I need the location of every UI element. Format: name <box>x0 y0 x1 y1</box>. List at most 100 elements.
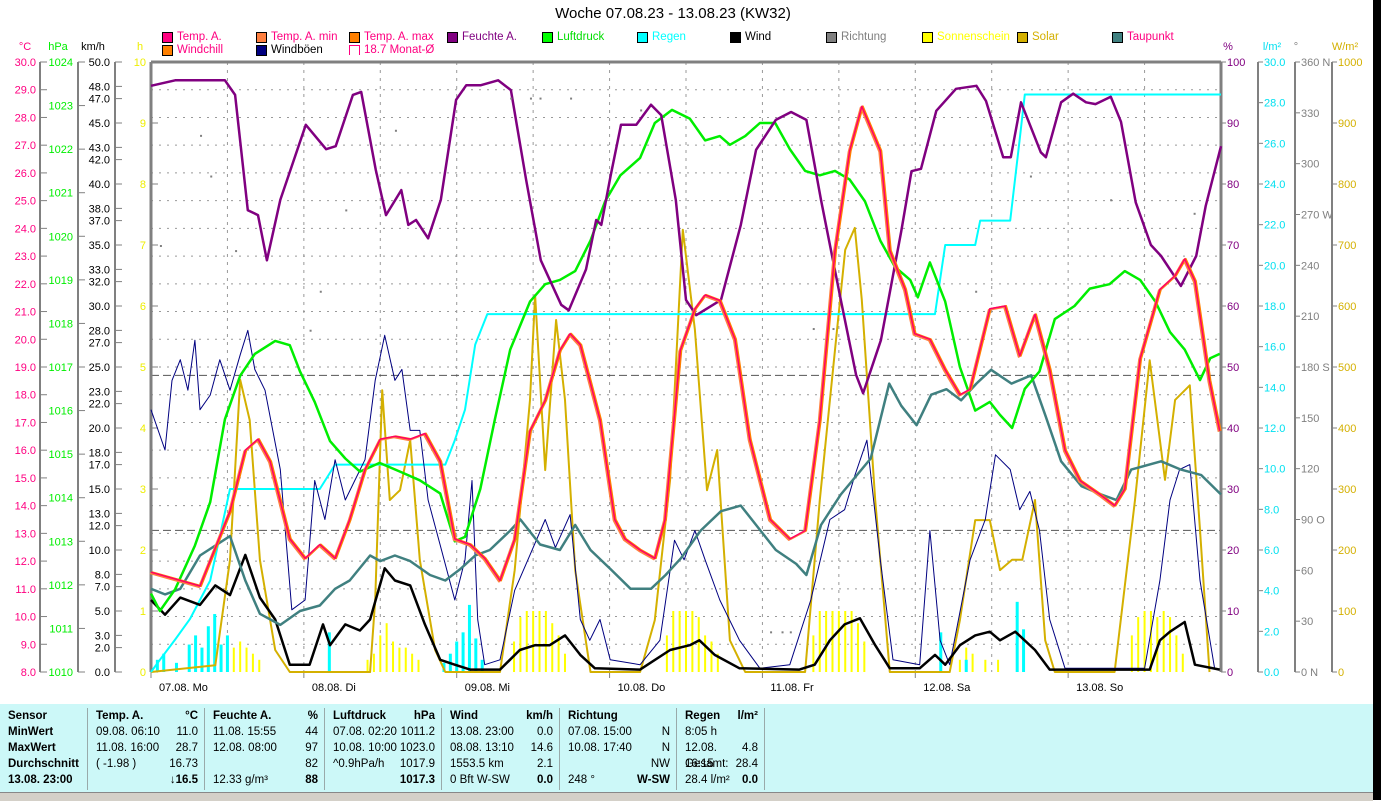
axis-tick-label: 8.0 <box>95 569 110 581</box>
rain-bar <box>219 644 223 672</box>
axis-tick-label: 42.0 <box>89 155 110 167</box>
axis-tick-label: 1015 <box>49 449 73 461</box>
rain-bar <box>225 635 229 672</box>
sunshine-bar <box>863 641 866 672</box>
axis-tick-label: 20.0 <box>15 334 36 346</box>
rain-bar <box>174 662 178 672</box>
table-row: 09.08. 06:10 11.0 <box>88 724 204 740</box>
window-edge <box>1373 0 1381 800</box>
axis-tick-label: 60 <box>1301 565 1313 577</box>
table-cell: Durchschnitt <box>8 758 79 770</box>
rain-bar <box>1015 601 1019 672</box>
sunshine-bar <box>1130 635 1133 672</box>
direction-point <box>309 329 312 332</box>
axis-tick-label: 40 <box>1227 423 1239 435</box>
axis-tick-label: 18.0 <box>1264 301 1285 313</box>
axis-tick-label: 50 <box>1227 362 1239 374</box>
sunshine-bar <box>538 611 541 672</box>
table-cell: 1553.5 km <box>450 758 504 770</box>
table-cell: 13.08. 23:00 <box>450 726 514 738</box>
axis-tick-label: 17.0 <box>15 417 36 429</box>
table-cell: 07.08. 02:20 <box>333 726 397 738</box>
table-row: 07.08. 02:20 1011.2 <box>325 724 441 740</box>
sunshine-bar <box>971 653 974 672</box>
sunshine-bar <box>1181 653 1184 672</box>
axis-tick-label: 700 <box>1338 240 1356 252</box>
sunshine-bar <box>563 653 566 672</box>
axis-tick-label: 1016 <box>49 406 73 418</box>
table-cell: 09.08. 06:10 <box>96 726 160 738</box>
axis-tick-label: 48.0 <box>89 81 110 93</box>
table-row: ( -1.98 ) 16.73 <box>88 756 204 772</box>
sunshine-bar <box>398 647 401 672</box>
table-cell: °C <box>185 710 198 722</box>
axis-tick-label: 100 <box>1227 57 1245 69</box>
rain-bar <box>455 641 459 672</box>
table-row: 12.08. 16:15 4.8 <box>677 740 764 770</box>
axis-tick-label: 400 <box>1338 423 1356 435</box>
axis-tick-label: 10 <box>1227 606 1239 618</box>
axis-tick-label: 1000 <box>1338 57 1362 69</box>
sunshine-bar <box>366 659 369 672</box>
gusts-line <box>150 329 1216 669</box>
axis-tick-label: 0 N <box>1301 667 1318 679</box>
axis-tick-label: 26.0 <box>1264 138 1285 150</box>
table-row: 1553.5 km 2.1 <box>442 756 559 772</box>
sunshine-bar <box>691 611 694 672</box>
day-label: 07.08. Mo <box>159 682 208 694</box>
sunshine-bar <box>519 617 522 672</box>
axis-tick-label: 1017 <box>49 362 73 374</box>
sunshine-bar <box>245 647 248 672</box>
sunshine-bar <box>392 641 395 672</box>
table-cell: Regen <box>685 710 721 722</box>
axis-tick-label: 30.0 <box>1264 57 1285 69</box>
axis-tick-label: 16.0 <box>15 445 36 457</box>
axis-tick-label: 11.0 <box>15 584 36 596</box>
day-label: 11.08. Fr <box>770 682 814 694</box>
table-cell: ↓16.5 <box>169 774 198 786</box>
axis-tick-label: 10.0 <box>1264 464 1285 476</box>
rain-bar <box>474 638 478 672</box>
axis-tick-label: 5.0 <box>95 606 110 618</box>
direction-point <box>394 129 397 132</box>
table-cell: 1017.9 <box>399 758 435 770</box>
direction-point <box>539 97 542 100</box>
sunshine-bar <box>984 659 987 672</box>
axis-tick-label: 47.0 <box>89 94 110 106</box>
axis-tick-label: 9 <box>140 118 146 130</box>
table-row: MinWert <box>0 724 87 740</box>
axis-tick-label: 22.0 <box>1264 220 1285 232</box>
sunshine-bar <box>379 635 382 672</box>
direction-point <box>789 631 792 634</box>
axis-tick-label: 16.0 <box>1264 342 1285 354</box>
temp-line <box>150 105 1221 587</box>
table-cell: NW <box>650 758 670 770</box>
axis-tick-label: 6 <box>140 301 146 313</box>
axis-tick-label: 0 <box>1227 667 1233 679</box>
table-cell: 0.0 <box>742 774 758 786</box>
table-cell: Feuchte A. <box>213 710 272 722</box>
axis-tick-label: 1023 <box>49 101 73 113</box>
axis-tick-label: 30.0 <box>89 301 110 313</box>
direction-point <box>975 290 978 293</box>
table-cell: 1017.3 <box>399 774 435 786</box>
axis-tick-label: 0 <box>140 667 146 679</box>
axis-unit-solar: W/m² <box>1332 41 1359 53</box>
axis-tick-label: 28.0 <box>1264 98 1285 110</box>
table-row: 11.08. 15:55 44 <box>205 724 324 740</box>
table-cell: Luftdruck <box>333 710 387 722</box>
axis-tick-label: 1012 <box>49 580 73 592</box>
axis-tick-label: 12.0 <box>15 556 36 568</box>
sunshine-bar <box>997 659 1000 672</box>
sunshine-bar <box>404 647 407 672</box>
axis-tick-label: 10.0 <box>15 612 36 624</box>
table-cell: Wind <box>450 710 478 722</box>
axis-tick-label: 29.0 <box>15 85 36 97</box>
table-row: Durchschnitt <box>0 756 87 772</box>
table-cell: MinWert <box>8 726 54 738</box>
direction-point <box>235 250 238 253</box>
axis-tick-label: 32.0 <box>89 277 110 289</box>
axis-tick-label: 1014 <box>49 493 73 505</box>
table-cell: 0 Bft W-SW <box>450 774 510 786</box>
axis-tick-label: 37.0 <box>89 216 110 228</box>
